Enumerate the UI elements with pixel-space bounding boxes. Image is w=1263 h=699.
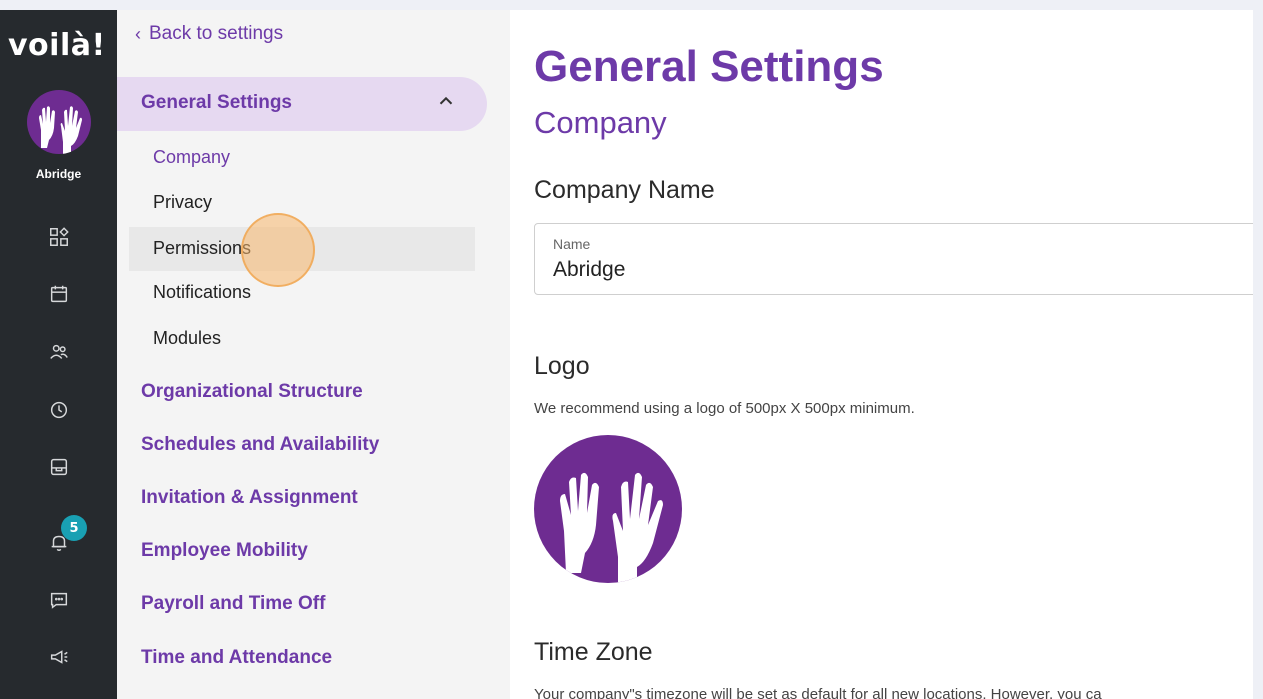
sidebar-item-modules[interactable]: Modules bbox=[153, 328, 221, 349]
inbox-icon[interactable] bbox=[45, 453, 73, 481]
settings-sidebar: ‹ Back to settings General Settings Comp… bbox=[117, 10, 510, 699]
calendar-icon[interactable] bbox=[45, 280, 73, 308]
hands-logo-icon bbox=[560, 472, 663, 583]
app-logo[interactable]: voilà! bbox=[8, 28, 106, 63]
company-short-name: Abridge bbox=[35, 167, 82, 181]
timezone-heading: Time Zone bbox=[534, 638, 653, 666]
chevron-up-icon[interactable] bbox=[435, 90, 457, 112]
sidebar-section-employee-mobility[interactable]: Employee Mobility bbox=[141, 540, 308, 562]
hands-logo-icon bbox=[39, 106, 82, 154]
notification-badge: 5 bbox=[61, 515, 87, 541]
company-name-heading: Company Name bbox=[534, 176, 715, 204]
sidebar-item-company[interactable]: Company bbox=[153, 147, 230, 168]
back-label: Back to settings bbox=[149, 23, 284, 44]
logo-heading: Logo bbox=[534, 352, 590, 380]
page-title: General Settings bbox=[534, 42, 884, 91]
sidebar-item-notifications[interactable]: Notifications bbox=[153, 282, 251, 303]
click-indicator bbox=[241, 213, 315, 287]
main-content: General Settings Company Company Name Na… bbox=[510, 10, 1253, 699]
dashboard-icon[interactable] bbox=[45, 223, 73, 251]
sidebar-section-invitation[interactable]: Invitation & Assignment bbox=[141, 487, 358, 509]
general-settings-group[interactable]: General Settings bbox=[117, 77, 487, 131]
sidebar-section-schedules[interactable]: Schedules and Availability bbox=[141, 434, 379, 456]
chat-icon[interactable] bbox=[45, 586, 73, 614]
sidebar-item-privacy[interactable]: Privacy bbox=[153, 192, 212, 213]
group-title: General Settings bbox=[141, 92, 292, 113]
name-field-value[interactable]: Abridge bbox=[553, 258, 625, 282]
company-avatar[interactable] bbox=[27, 90, 91, 154]
sidebar-item-permissions[interactable]: Permissions bbox=[153, 238, 251, 259]
name-field-label: Name bbox=[553, 236, 591, 252]
sidebar-section-organizational-structure[interactable]: Organizational Structure bbox=[141, 381, 363, 403]
section-title: Company bbox=[534, 105, 667, 140]
sidebar-section-time-attendance[interactable]: Time and Attendance bbox=[141, 647, 332, 669]
company-logo-image[interactable] bbox=[534, 435, 682, 583]
clock-icon[interactable] bbox=[45, 396, 73, 424]
logo-hint: We recommend using a logo of 500px X 500… bbox=[534, 400, 915, 417]
timezone-hint: Your company"s timezone will be set as d… bbox=[534, 686, 1102, 699]
app-rail: voilà! Abridge 5 bbox=[0, 10, 117, 699]
people-icon[interactable] bbox=[45, 338, 73, 366]
chevron-left-icon: ‹ bbox=[135, 23, 141, 44]
back-to-settings-link[interactable]: ‹ Back to settings bbox=[135, 23, 283, 45]
megaphone-icon[interactable] bbox=[45, 643, 73, 671]
company-name-field[interactable]: Name Abridge bbox=[534, 223, 1253, 295]
sidebar-section-payroll[interactable]: Payroll and Time Off bbox=[141, 593, 325, 615]
